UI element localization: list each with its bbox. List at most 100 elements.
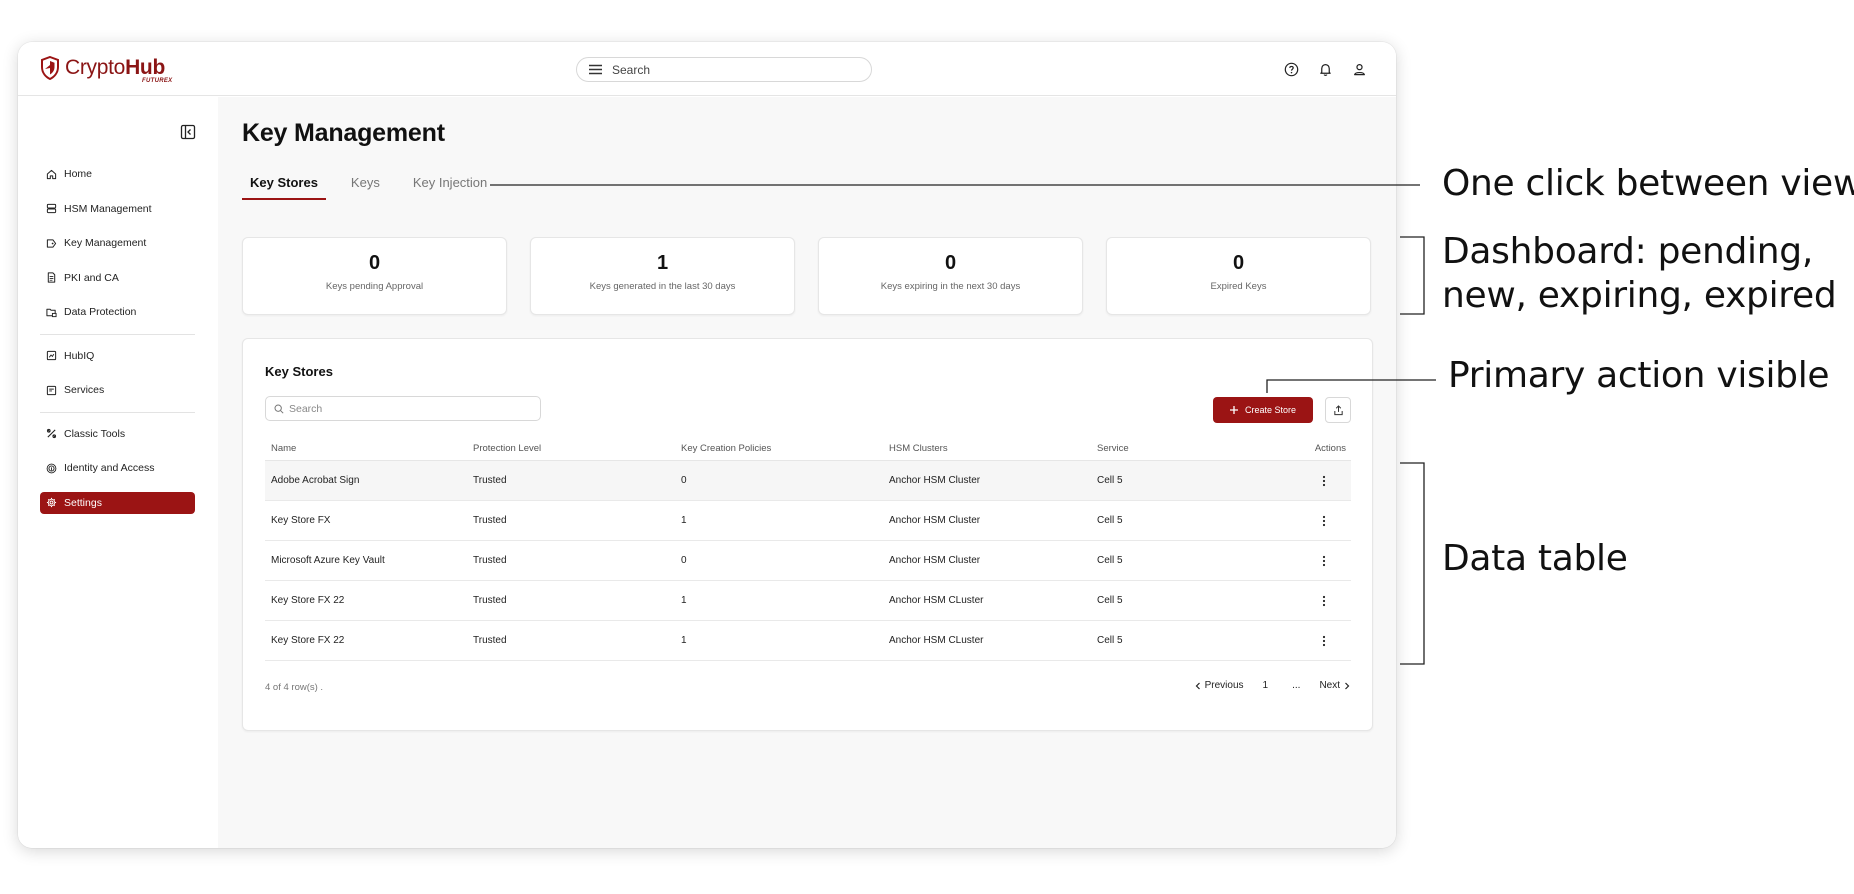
- sidebar-item-hsm-management[interactable]: HSM Management: [40, 198, 195, 220]
- annotation-primary-action: Primary action visible: [1448, 355, 1830, 396]
- more-vertical-icon: [1322, 475, 1326, 486]
- logo-wordmark: CryptoHub: [65, 56, 165, 80]
- chevron-right-icon: [1345, 682, 1350, 689]
- sidebar-item-home[interactable]: Home: [40, 163, 195, 185]
- previous-page-button[interactable]: Previous: [1195, 680, 1244, 691]
- next-label: Next: [1319, 680, 1340, 691]
- row-actions-button[interactable]: [1314, 471, 1334, 491]
- table-row[interactable]: Key Store FX 22 Trusted 1 Anchor HSM CLu…: [265, 621, 1351, 661]
- sidebar-item-label: HSM Management: [64, 202, 152, 215]
- table-row[interactable]: Adobe Acrobat Sign Trusted 0 Anchor HSM …: [265, 461, 1351, 501]
- cell-hsm-clusters: Anchor HSM CLuster: [889, 595, 984, 606]
- key-stores-table: Name Protection Level Key Creation Polic…: [265, 437, 1351, 661]
- cell-service: Cell 5: [1097, 515, 1123, 526]
- column-header-hsm-clusters[interactable]: HSM Clusters: [889, 443, 1097, 454]
- cell-name: Key Store FX: [271, 515, 331, 526]
- chevron-left-icon: [1195, 682, 1200, 689]
- fingerprint-icon: [46, 463, 57, 473]
- global-search[interactable]: [576, 57, 872, 82]
- profile-button[interactable]: [1350, 60, 1368, 78]
- tab-keys[interactable]: Keys: [343, 175, 388, 200]
- more-vertical-icon: [1322, 635, 1326, 646]
- more-vertical-icon: [1322, 515, 1326, 526]
- table-search[interactable]: [265, 396, 541, 421]
- notifications-button[interactable]: [1316, 60, 1334, 78]
- help-button[interactable]: [1282, 60, 1300, 78]
- stat-label: Expired Keys: [1210, 281, 1267, 292]
- column-header-service[interactable]: Service: [1097, 443, 1247, 454]
- app-window: CryptoHub FUTUREX Search Home HSM Manage…: [18, 42, 1396, 848]
- tab-key-injection[interactable]: Key Injection: [405, 175, 495, 200]
- table-row[interactable]: Key Store FX 22 Trusted 1 Anchor HSM CLu…: [265, 581, 1351, 621]
- cell-service: Cell 5: [1097, 555, 1123, 566]
- dashboard-bracket: [1400, 236, 1425, 315]
- sidebar-item-data-protection[interactable]: Data Protection: [40, 301, 195, 323]
- server-icon: [46, 203, 57, 214]
- more-vertical-icon: [1322, 555, 1326, 566]
- chart-icon: [46, 350, 57, 361]
- annotation-dashboard-line1: Dashboard: pending,: [1442, 231, 1813, 272]
- stat-label: Keys expiring in the next 30 days: [880, 281, 1021, 292]
- sidebar-item-label: Settings: [64, 496, 102, 509]
- logo-text-crypto: Crypto: [65, 56, 126, 79]
- stat-card-expiring: 0 Keys expiring in the next 30 days: [818, 237, 1083, 315]
- sidebar-item-services[interactable]: Services: [40, 379, 195, 401]
- annotation-tabs: One click between views: [1442, 163, 1854, 204]
- cell-protection-level: Trusted: [473, 555, 507, 566]
- column-header-key-creation-policies[interactable]: Key Creation Policies: [681, 443, 889, 454]
- column-header-protection-level[interactable]: Protection Level: [473, 443, 681, 454]
- sidebar-item-classic-tools[interactable]: Classic Tools: [40, 423, 195, 445]
- app-logo[interactable]: CryptoHub FUTUREX: [40, 56, 172, 84]
- cell-hsm-clusters: Anchor HSM CLuster: [889, 635, 984, 646]
- global-search-input[interactable]: [612, 62, 832, 77]
- tab-key-stores[interactable]: Key Stores: [242, 175, 326, 200]
- sidebar-item-label: PKI and CA: [64, 271, 119, 284]
- home-icon: [46, 169, 57, 179]
- next-page-button[interactable]: Next: [1319, 680, 1350, 691]
- annotation-data-table: Data table: [1442, 538, 1628, 579]
- cell-actions: [1247, 591, 1351, 611]
- sidebar-item-settings[interactable]: Settings: [40, 491, 195, 514]
- column-header-actions: Actions: [1314, 443, 1346, 454]
- row-actions-button[interactable]: [1314, 591, 1334, 611]
- help-icon: [1284, 62, 1298, 76]
- cell-name: Adobe Acrobat Sign: [271, 475, 360, 486]
- document-icon: [47, 272, 56, 283]
- sidebar-item-key-management[interactable]: Key Management: [40, 232, 195, 254]
- sidebar-item-hubiq[interactable]: HubIQ: [40, 345, 195, 367]
- table-row[interactable]: Key Store FX Trusted 1 Anchor HSM Cluste…: [265, 501, 1351, 541]
- row-count: 4 of 4 row(s) .: [265, 682, 324, 693]
- row-actions-button[interactable]: [1314, 631, 1334, 651]
- collapse-sidebar-button[interactable]: [179, 123, 197, 141]
- table-header: Name Protection Level Key Creation Polic…: [265, 437, 1351, 461]
- cell-key-creation-policies: 1: [681, 595, 687, 606]
- table-row[interactable]: Microsoft Azure Key Vault Trusted 0 Anch…: [265, 541, 1351, 581]
- sidebar-nav: Home HSM Management Key Management PKI a…: [40, 163, 195, 526]
- sidebar-item-label: Home: [64, 168, 93, 180]
- sidebar-item-identity-and-access[interactable]: Identity and Access: [40, 457, 195, 479]
- page-ellipsis: ...: [1292, 680, 1301, 691]
- page-number-button[interactable]: 1: [1258, 677, 1274, 694]
- sidebar-item-pki-and-ca[interactable]: PKI and CA: [40, 267, 195, 289]
- cell-service: Cell 5: [1097, 475, 1123, 486]
- stat-card-pending: 0 Keys pending Approval: [242, 237, 507, 315]
- row-actions-button[interactable]: [1314, 551, 1334, 571]
- table-search-input[interactable]: [289, 402, 519, 415]
- row-actions-button[interactable]: [1314, 511, 1334, 531]
- stat-label: Keys generated in the last 30 days: [589, 281, 736, 292]
- create-store-button[interactable]: Create Store: [1213, 397, 1313, 423]
- column-header-name[interactable]: Name: [265, 443, 473, 454]
- cell-protection-level: Trusted: [473, 595, 507, 606]
- user-icon: [1353, 63, 1365, 75]
- export-button[interactable]: [1325, 397, 1351, 423]
- stat-value: 0: [368, 252, 381, 274]
- logo-text-hub: Hub: [125, 56, 165, 79]
- cell-key-creation-policies: 1: [681, 515, 687, 526]
- cell-key-creation-policies: 0: [681, 555, 687, 566]
- cell-hsm-clusters: Anchor HSM Cluster: [889, 515, 981, 526]
- previous-label: Previous: [1204, 680, 1244, 691]
- main-content: Key Management Key Stores Keys Key Injec…: [218, 97, 1396, 848]
- sidebar-item-label: Data Protection: [64, 306, 137, 318]
- page-title: Key Management: [242, 119, 445, 147]
- menu-icon[interactable]: [589, 64, 602, 75]
